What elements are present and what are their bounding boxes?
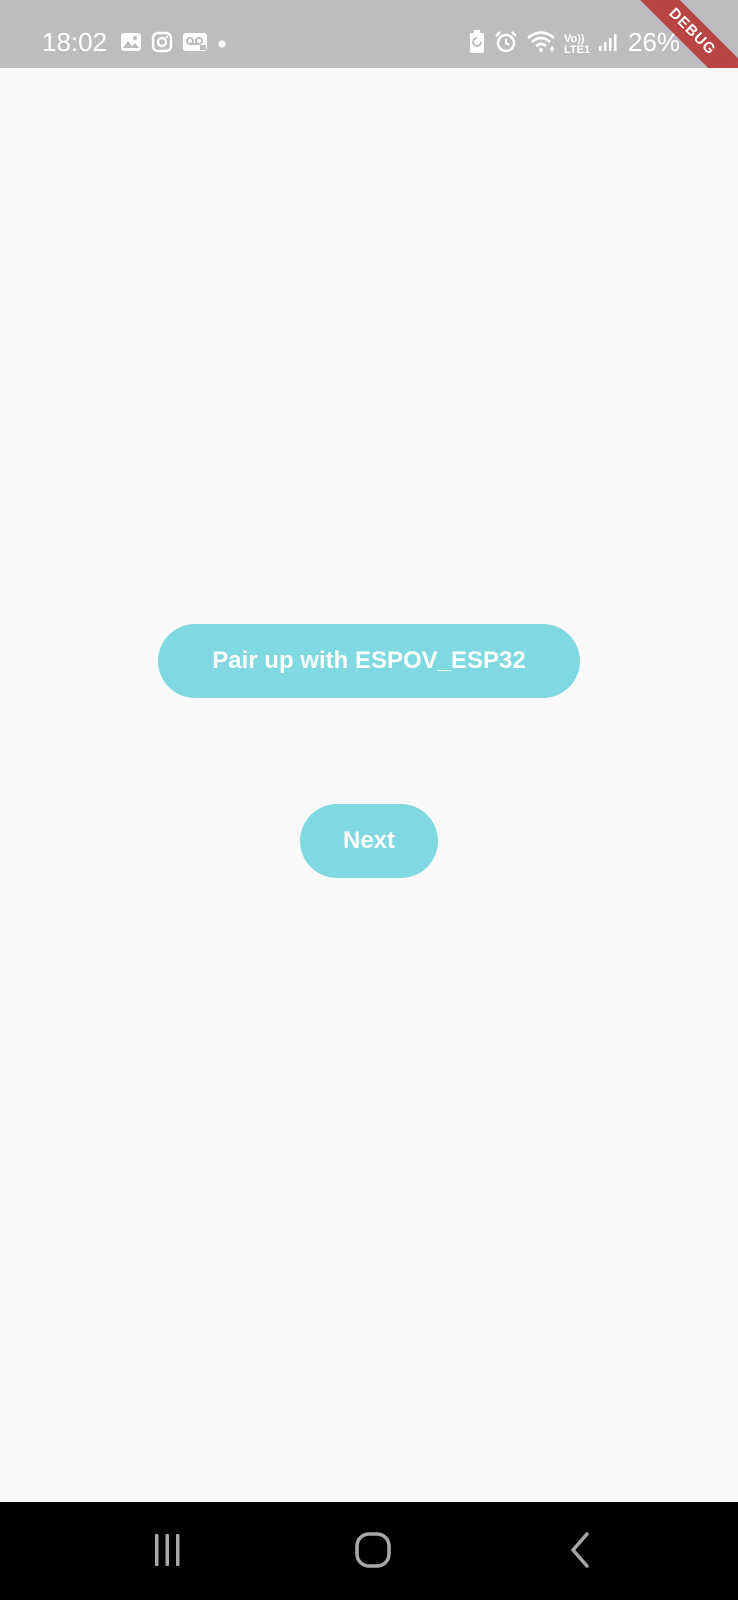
status-left-icons: [120, 31, 236, 58]
recent-apps-button[interactable]: [137, 1530, 197, 1574]
home-icon: [353, 1530, 393, 1575]
status-time: 18:02: [42, 27, 108, 57]
navigation-bar: [0, 1502, 738, 1600]
wifi-icon: [526, 30, 556, 59]
instagram-icon: [151, 31, 173, 58]
status-bar: 18:02 Vo)) LTE1 26% DEBUG: [0, 0, 738, 68]
main-content: Pair up with ESPOV_ESP32 Next: [0, 68, 738, 1502]
back-button[interactable]: [551, 1530, 611, 1574]
volte-icon: Vo)) LTE1: [564, 32, 591, 56]
voicemail-icon: [182, 32, 208, 57]
recent-apps-icon: [147, 1530, 187, 1575]
status-right-icons: Vo)) LTE1: [468, 30, 626, 59]
volte-label-bottom: LTE1: [564, 43, 591, 56]
back-icon: [561, 1530, 601, 1575]
pair-device-button[interactable]: Pair up with ESPOV_ESP32: [158, 624, 580, 698]
battery-saver-icon: [468, 30, 486, 59]
signal-icon: [598, 32, 618, 57]
alarm-icon: [494, 30, 518, 59]
volte-label-top: Vo)): [564, 32, 585, 45]
dot-icon: [217, 36, 227, 54]
gallery-icon: [120, 32, 142, 57]
next-button[interactable]: Next: [300, 804, 438, 878]
home-button[interactable]: [343, 1530, 403, 1574]
